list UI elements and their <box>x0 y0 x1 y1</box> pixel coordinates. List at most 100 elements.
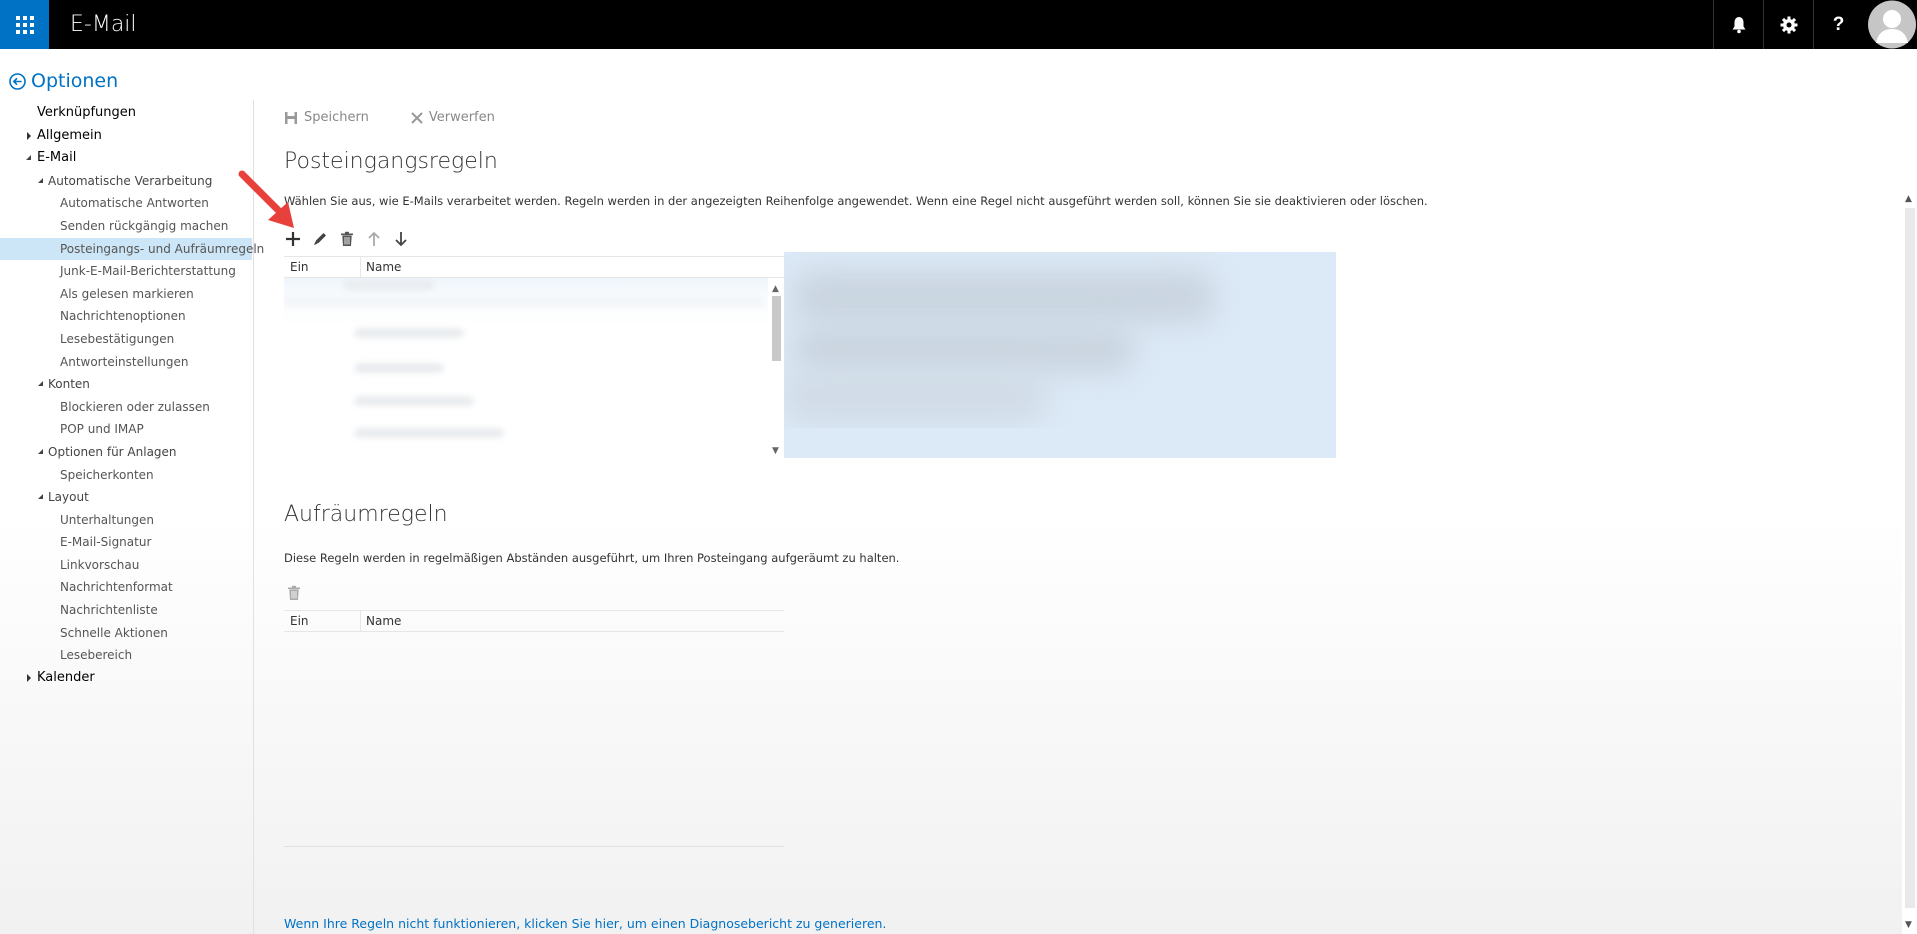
delete-cleanup-rule-button[interactable] <box>287 585 301 604</box>
sidebar-item[interactable]: Lesebereich <box>0 644 252 667</box>
help-button[interactable]: ? <box>1813 0 1863 49</box>
chevron-right-icon[interactable] <box>27 674 31 683</box>
close-icon <box>411 111 423 124</box>
sidebar-item-label: Nachrichtenformat <box>60 580 173 595</box>
inbox-rules-scrollbar[interactable]: ▲ ▼ <box>768 278 784 458</box>
page-toolbar: Speichern Verwerfen <box>284 110 495 125</box>
chevron-down-icon[interactable] <box>26 155 31 161</box>
top-bar: E-Mail ? <box>0 0 1917 49</box>
pencil-icon <box>314 233 326 245</box>
sidebar-item-label: Automatische Antworten <box>60 196 209 211</box>
floppy-disk-icon <box>285 111 297 124</box>
column-header-name[interactable]: Name <box>360 257 401 277</box>
sidebar-item-label: Konten <box>48 377 90 392</box>
chevron-right-icon[interactable] <box>27 132 31 141</box>
waffle-icon <box>15 15 34 34</box>
inbox-rules-title: Posteingangsregeln <box>284 149 498 174</box>
sidebar-item[interactable]: Verknüpfungen <box>0 102 252 125</box>
back-arrow-icon <box>9 72 26 90</box>
sidebar-item[interactable]: Lesebestätigungen <box>0 328 252 351</box>
sidebar-item[interactable]: Junk-E-Mail-Berichterstattung <box>0 260 252 283</box>
inbox-rules-list[interactable] <box>284 278 768 466</box>
rule-details-pane <box>784 252 1336 458</box>
sidebar-item[interactable]: Als gelesen markieren <box>0 283 252 306</box>
sidebar-item[interactable]: Kalender <box>0 667 252 690</box>
cleanup-rules-table-header: Ein Name <box>284 610 784 632</box>
sidebar-item[interactable]: Senden rückgängig machen <box>0 215 252 238</box>
column-header-name[interactable]: Name <box>360 611 401 631</box>
save-button[interactable]: Speichern <box>284 110 369 125</box>
discard-label: Verwerfen <box>428 110 495 125</box>
sidebar-item[interactable]: Automatische Antworten <box>0 192 252 215</box>
sidebar-item-label: Lesebestätigungen <box>60 331 175 346</box>
sidebar-item-label: Posteingangs- und Aufräumregeln <box>60 241 265 256</box>
discard-button[interactable]: Verwerfen <box>411 110 495 125</box>
app-title: E-Mail <box>70 12 137 37</box>
sidebar-item[interactable]: POP und IMAP <box>0 418 252 441</box>
app-launcher-button[interactable] <box>0 0 49 49</box>
sidebar-item[interactable]: Nachrichtenliste <box>0 599 252 622</box>
save-label: Speichern <box>304 110 369 125</box>
chevron-down-icon[interactable] <box>38 381 43 387</box>
scroll-down-icon[interactable]: ▼ <box>772 446 779 456</box>
sidebar-item-label: Lesebereich <box>60 648 133 663</box>
cleanup-rules-title: Aufräumregeln <box>284 502 448 527</box>
sidebar-item[interactable]: Posteingangs- und Aufräumregeln <box>0 237 264 261</box>
sidebar-item-label: Nachrichtenliste <box>60 603 158 618</box>
sidebar-item[interactable]: Antworteinstellungen <box>0 351 252 374</box>
sidebar-item-label: Als gelesen markieren <box>60 286 194 301</box>
sidebar-item-label: Layout <box>48 490 89 505</box>
cleanup-rules-list-bottom <box>284 846 784 847</box>
sidebar-item-label: Junk-E-Mail-Berichterstattung <box>60 264 236 279</box>
sidebar-item[interactable]: Nachrichtenoptionen <box>0 305 252 328</box>
arrow-down-icon <box>395 232 407 247</box>
column-header-on[interactable]: Ein <box>290 614 309 628</box>
chevron-down-icon[interactable] <box>38 448 43 454</box>
sidebar-item[interactable]: Automatische Verarbeitung <box>0 170 252 193</box>
sidebar-item-label: Nachrichtenoptionen <box>60 309 186 324</box>
chevron-down-icon[interactable] <box>38 177 43 183</box>
avatar[interactable] <box>1867 0 1917 49</box>
sidebar-item[interactable]: Layout <box>0 486 252 509</box>
sidebar-item[interactable]: Optionen für Anlagen <box>0 441 252 464</box>
sidebar-item[interactable]: E-Mail <box>0 147 252 170</box>
column-header-on[interactable]: Ein <box>290 260 309 274</box>
sidebar-item[interactable]: Blockieren oder zulassen <box>0 396 252 419</box>
sidebar-item[interactable]: Nachrichtenformat <box>0 576 252 599</box>
chevron-down-icon[interactable] <box>38 494 43 500</box>
delete-rule-button[interactable] <box>338 230 356 248</box>
sidebar-item[interactable]: Linkvorschau <box>0 554 252 577</box>
sidebar-item-label: Unterhaltungen <box>60 512 155 527</box>
page-scrollbar-track[interactable] <box>1905 208 1915 908</box>
page-scrollbar[interactable]: ▲ ▼ <box>1902 190 1917 934</box>
page-scroll-up-icon[interactable]: ▲ <box>1905 194 1912 204</box>
move-rule-down-button[interactable] <box>392 230 410 248</box>
inbox-rules-toolbar <box>284 230 410 248</box>
sidebar-item-label: Blockieren oder zulassen <box>60 399 210 414</box>
sidebar-item[interactable]: Konten <box>0 373 252 396</box>
sidebar-item-label: POP und IMAP <box>60 422 144 437</box>
scroll-up-icon[interactable]: ▲ <box>772 284 779 294</box>
sidebar-item[interactable]: Allgemein <box>0 125 252 148</box>
inbox-rules-description: Wählen Sie aus, wie E-Mails verarbeitet … <box>284 194 1428 208</box>
sidebar-item-label: Automatische Verarbeitung <box>48 173 213 188</box>
sidebar-item-label: E-Mail-Signatur <box>60 535 152 550</box>
trash-icon <box>288 585 300 600</box>
settings-button[interactable] <box>1763 0 1813 49</box>
sidebar-item[interactable]: Schnelle Aktionen <box>0 622 252 645</box>
sidebar-item-label: Optionen für Anlagen <box>48 444 177 459</box>
sidebar-item-label: E-Mail <box>37 150 77 166</box>
back-to-options-link[interactable]: Optionen <box>9 70 118 92</box>
sidebar-item[interactable]: E-Mail-Signatur <box>0 531 252 554</box>
diagnostic-report-link[interactable]: Wenn Ihre Regeln nicht funktionieren, kl… <box>284 916 886 931</box>
scrollbar-thumb[interactable] <box>772 296 781 361</box>
edit-rule-button[interactable] <box>311 230 329 248</box>
page-scroll-down-icon[interactable]: ▼ <box>1905 920 1912 930</box>
bell-icon <box>1732 16 1745 33</box>
notifications-button[interactable] <box>1713 0 1763 49</box>
sidebar-item[interactable]: Speicherkonten <box>0 464 252 487</box>
help-icon: ? <box>1832 13 1845 35</box>
sidebar-item[interactable]: Unterhaltungen <box>0 509 252 532</box>
cleanup-rules-description: Diese Regeln werden in regelmäßigen Abst… <box>284 551 900 565</box>
move-rule-up-button[interactable] <box>365 230 383 248</box>
